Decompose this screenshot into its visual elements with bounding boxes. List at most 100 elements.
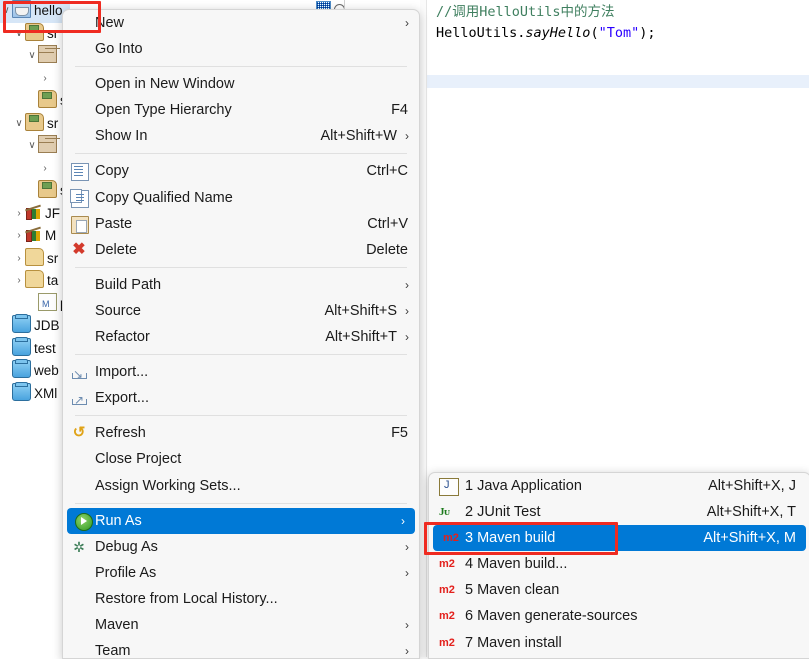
menu-item-export[interactable]: Export... bbox=[63, 385, 419, 413]
chevron-down-icon[interactable]: ∨ bbox=[0, 0, 12, 23]
chevron-right-icon[interactable]: › bbox=[39, 68, 51, 91]
menu-item-label: Close Project bbox=[95, 451, 182, 468]
tree-item[interactable]: › ta bbox=[0, 270, 70, 293]
copy-icon bbox=[71, 163, 89, 182]
menu-separator bbox=[75, 415, 407, 417]
workspace-folder-icon bbox=[12, 381, 31, 401]
chevron-right-icon[interactable]: › bbox=[13, 248, 25, 271]
tree-item[interactable]: web bbox=[0, 359, 70, 383]
menu-item-label: Restore from Local History... bbox=[95, 590, 278, 607]
menu-item-import[interactable]: Import... bbox=[63, 359, 419, 387]
run-icon bbox=[75, 512, 93, 531]
submenu-item-label: 4 Maven build... bbox=[465, 556, 568, 573]
menu-item-copy-qualified-name[interactable]: Copy Qualified Name bbox=[63, 185, 419, 211]
menu-item-label: Refactor bbox=[95, 329, 150, 346]
code-class-ref: HelloUtils. bbox=[436, 25, 526, 41]
submenu-item-shortcut: Alt+Shift+X, J bbox=[708, 478, 796, 494]
workspace-folder-icon bbox=[12, 336, 31, 356]
delete-icon: ✖ bbox=[72, 240, 86, 258]
tree-item[interactable]: › bbox=[0, 68, 70, 91]
submenu-item-6-maven-generate-sources[interactable]: m2 6 Maven generate-sources bbox=[429, 603, 809, 629]
library-icon bbox=[25, 227, 42, 243]
menu-item-label: Refresh bbox=[95, 425, 146, 442]
chevron-down-icon[interactable]: ∨ bbox=[26, 135, 38, 158]
menu-item-refactor[interactable]: Refactor Alt+Shift+T › bbox=[63, 324, 419, 350]
tree-item[interactable]: test bbox=[0, 336, 70, 361]
export-icon bbox=[71, 387, 87, 413]
menu-item-shortcut: Delete bbox=[366, 241, 408, 258]
menu-item-team[interactable]: Team › bbox=[63, 638, 419, 658]
tree-item[interactable]: ∨ bbox=[0, 45, 70, 68]
menu-item-label: Open in New Window bbox=[95, 76, 235, 93]
menu-item-go-into[interactable]: Go Into bbox=[63, 36, 419, 62]
maven-icon: m2 bbox=[439, 584, 455, 597]
menu-item-open-type-hierarchy[interactable]: Open Type Hierarchy F4 bbox=[63, 97, 419, 123]
chevron-down-icon[interactable]: ∨ bbox=[13, 113, 25, 136]
menu-item-restore-from-local-history[interactable]: Restore from Local History... bbox=[63, 586, 419, 612]
tree-item-label: sr bbox=[47, 250, 59, 266]
menu-item-source[interactable]: Source Alt+Shift+S › bbox=[63, 298, 419, 324]
tree-item[interactable]: › bbox=[0, 158, 70, 181]
debug-icon: ✲ bbox=[73, 538, 85, 555]
tree-item[interactable]: p bbox=[0, 292, 70, 315]
menu-item-label: Import... bbox=[95, 364, 149, 381]
chevron-right-icon: › bbox=[405, 277, 409, 292]
submenu-item-1-java-application[interactable]: 1 Java Application Alt+Shift+X, J bbox=[429, 473, 809, 499]
pom-file-icon bbox=[38, 292, 57, 315]
menu-item-delete[interactable]: ✖ Delete Delete bbox=[63, 237, 419, 263]
tree-item-label: JDB bbox=[34, 318, 60, 334]
menu-item-close-project[interactable]: Close Project bbox=[63, 446, 419, 472]
run-as-submenu[interactable]: 1 Java Application Alt+Shift+X, J Jᴜ 2 JUni… bbox=[428, 472, 809, 659]
menu-item-build-path[interactable]: Build Path › bbox=[63, 272, 419, 298]
submenu-item-3-maven-build[interactable]: m2 3 Maven build Alt+Shift+X, M bbox=[433, 525, 806, 552]
menu-item-show-in[interactable]: Show In Alt+Shift+W › bbox=[63, 123, 419, 149]
menu-item-maven[interactable]: Maven › bbox=[63, 612, 419, 638]
chevron-right-icon[interactable]: › bbox=[39, 158, 51, 181]
submenu-item-4-maven-build[interactable]: m2 4 Maven build... bbox=[429, 551, 809, 577]
menu-item-assign-working-sets[interactable]: Assign Working Sets... bbox=[63, 473, 419, 499]
chevron-down-icon[interactable]: ∨ bbox=[13, 23, 25, 46]
chevron-right-icon[interactable]: › bbox=[13, 270, 25, 293]
folder-icon bbox=[25, 270, 44, 288]
copy-qualified-icon bbox=[70, 188, 89, 208]
menu-item-label: Run As bbox=[95, 512, 142, 529]
project-explorer-tree[interactable]: ∨hello∨sr∨›sr∨sr∨›sr›JF›M›sr›tapJDBtestw… bbox=[0, 0, 70, 657]
tree-item[interactable]: ∨ sr bbox=[0, 112, 70, 136]
menu-item-open-in-new-window[interactable]: Open in New Window bbox=[63, 71, 419, 97]
chevron-right-icon[interactable]: › bbox=[13, 225, 25, 248]
tree-item[interactable]: XMl bbox=[0, 381, 70, 406]
chevron-right-icon: › bbox=[405, 16, 409, 30]
menu-item-profile-as[interactable]: Profile As › bbox=[63, 560, 419, 586]
menu-item-debug-as[interactable]: ✲ Debug As › bbox=[63, 534, 419, 560]
menu-item-run-as[interactable]: Run As › bbox=[67, 507, 415, 534]
menu-item-refresh[interactable]: ↺ Refresh F5 bbox=[63, 420, 419, 446]
chevron-right-icon[interactable]: › bbox=[13, 203, 25, 226]
tree-item-label: web bbox=[34, 363, 59, 379]
submenu-item-2-junit-test[interactable]: Jᴜ 2 JUnit Test Alt+Shift+X, T bbox=[429, 499, 809, 525]
tree-item[interactable]: ∨ sr bbox=[0, 22, 70, 46]
tree-item[interactable]: sr bbox=[0, 180, 70, 203]
java-application-icon bbox=[439, 477, 459, 496]
menu-item-new[interactable]: New › bbox=[63, 10, 419, 36]
tree-item[interactable]: › sr bbox=[0, 247, 70, 271]
source-folder-green-icon bbox=[25, 112, 44, 131]
chevron-down-icon[interactable]: ∨ bbox=[26, 45, 38, 68]
menu-item-label: Export... bbox=[95, 390, 149, 407]
menu-item-copy[interactable]: Copy Ctrl+C bbox=[63, 158, 419, 184]
folder-icon bbox=[25, 247, 44, 266]
tree-item[interactable]: JDB bbox=[0, 314, 70, 338]
code-comment: //调用HelloUtils中的方法 bbox=[436, 4, 615, 20]
submenu-item-8-maven-test[interactable]: m28 Maven test bbox=[429, 656, 809, 658]
menu-item-label: Profile As bbox=[95, 564, 157, 581]
menu-separator bbox=[75, 66, 407, 68]
tree-item[interactable]: › M bbox=[0, 225, 70, 248]
tree-item[interactable]: ∨ bbox=[0, 135, 70, 158]
project-context-menu[interactable]: New › Go Into Open in New Window Open Type H… bbox=[62, 9, 420, 659]
tree-item[interactable]: › JF bbox=[0, 203, 70, 226]
tree-item[interactable]: ∨ hello bbox=[0, 0, 70, 23]
menu-item-paste[interactable]: Paste Ctrl+V bbox=[63, 211, 419, 237]
submenu-item-5-maven-clean[interactable]: m2 5 Maven clean bbox=[429, 577, 809, 603]
submenu-item-7-maven-install[interactable]: m2 7 Maven install bbox=[429, 630, 809, 656]
menu-item-label: Copy Qualified Name bbox=[95, 189, 233, 206]
tree-item[interactable]: sr bbox=[0, 90, 70, 113]
